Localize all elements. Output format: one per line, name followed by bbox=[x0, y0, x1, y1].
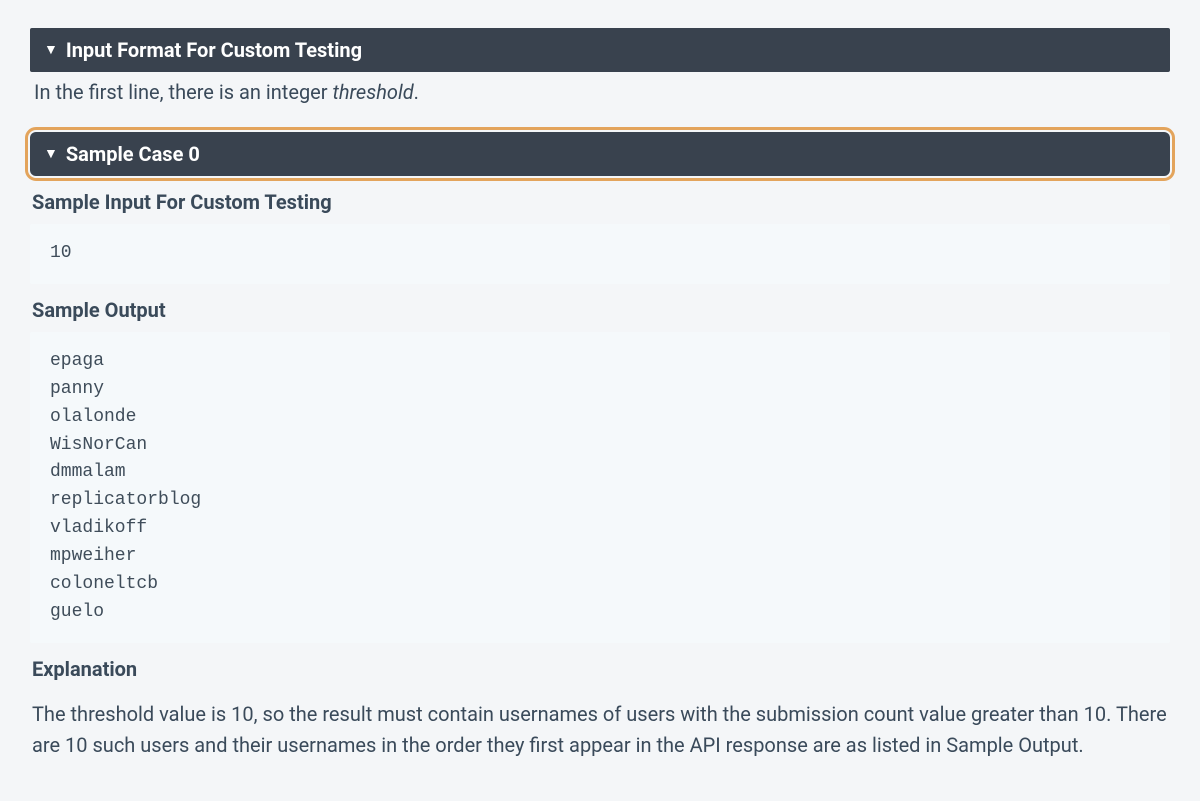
section-header-input-format[interactable]: ▼ Input Format For Custom Testing bbox=[30, 28, 1170, 72]
section-title: Input Format For Custom Testing bbox=[66, 38, 362, 62]
explanation-heading: Explanation bbox=[32, 657, 1168, 681]
sample-output-heading: Sample Output bbox=[32, 298, 1168, 322]
sample-input-heading: Sample Input For Custom Testing bbox=[32, 190, 1168, 214]
explanation-text: The threshold value is 10, so the result… bbox=[32, 699, 1168, 761]
section-header-sample-case-0[interactable]: ▼ Sample Case 0 bbox=[30, 132, 1170, 176]
triangle-down-icon: ▼ bbox=[44, 147, 58, 161]
sample-output-code: epaga panny olalonde WisNorCan dmmalam r… bbox=[30, 332, 1170, 643]
input-format-text-prefix: In the first line, there is an integer bbox=[34, 80, 333, 104]
triangle-down-icon: ▼ bbox=[44, 43, 58, 57]
sample-input-code: 10 bbox=[30, 224, 1170, 284]
section-body-input-format: In the first line, there is an integer t… bbox=[30, 72, 1170, 118]
section-title: Sample Case 0 bbox=[66, 142, 200, 166]
input-format-text-italic: threshold bbox=[333, 80, 414, 104]
problem-panel: ▼ Input Format For Custom Testing In the… bbox=[0, 0, 1200, 801]
input-format-text-suffix: . bbox=[414, 80, 419, 104]
